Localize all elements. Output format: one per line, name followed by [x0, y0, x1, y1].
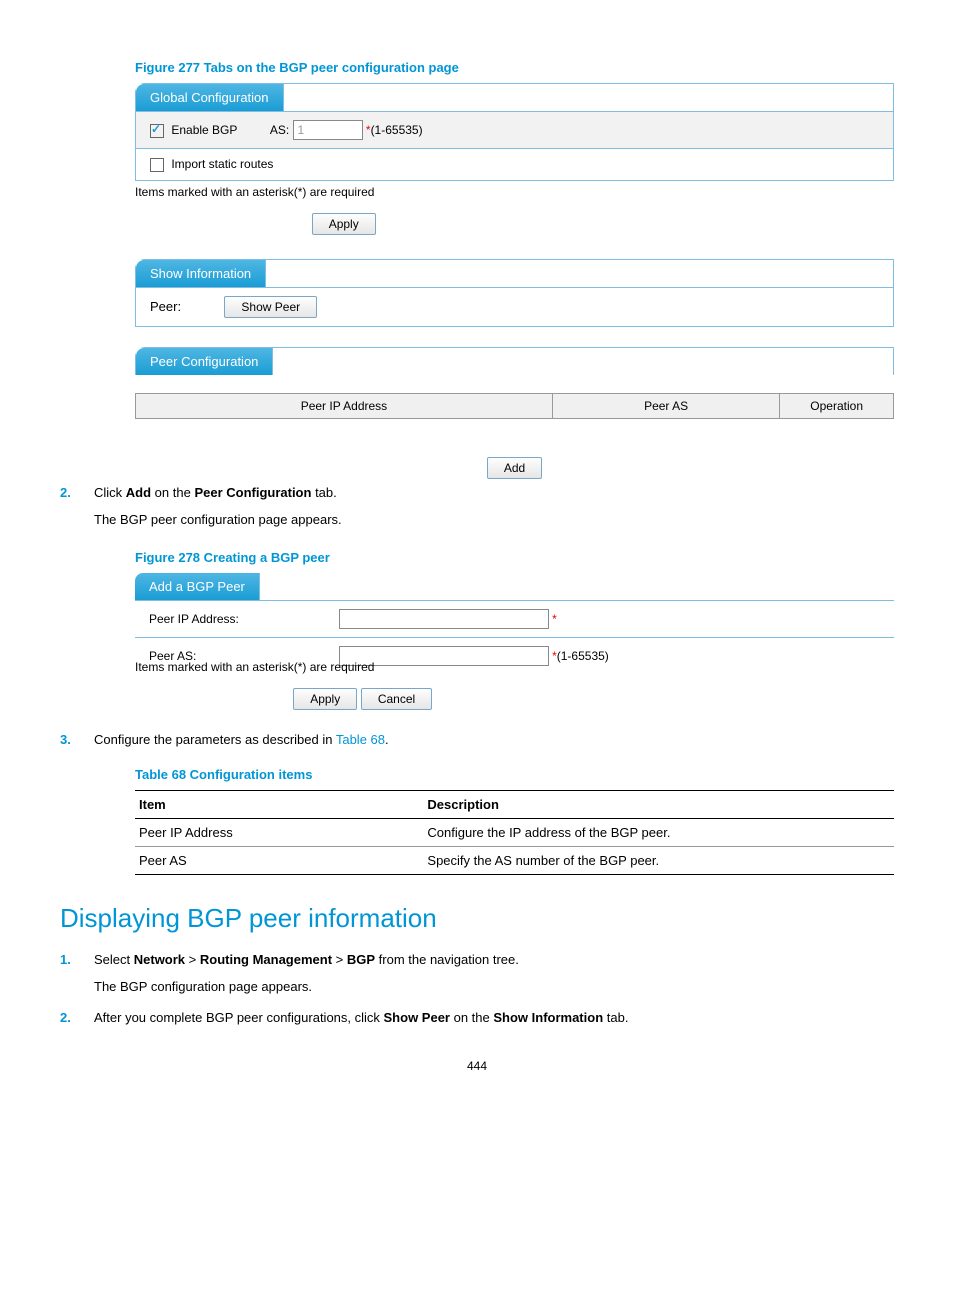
table-row: Peer IP Address Configure the IP address…: [135, 819, 894, 847]
peer-config-panel: Peer Configuration: [135, 347, 894, 375]
figure-278-body: Add a BGP Peer Peer IP Address: * Peer A…: [135, 573, 894, 714]
peer-table: Peer IP Address Peer AS Operation: [135, 393, 894, 419]
tab-global-configuration[interactable]: Global Configuration: [136, 84, 284, 111]
import-static-label: Import static routes: [171, 157, 273, 171]
peer-ip-input[interactable]: [339, 609, 549, 629]
apply-button-peer[interactable]: Apply: [293, 688, 357, 710]
step-3-num: 3.: [60, 730, 71, 751]
global-config-panel: Global Configuration Enable BGP AS: *(1-…: [135, 83, 894, 181]
figure-277-body: Global Configuration Enable BGP AS: *(1-…: [135, 83, 894, 483]
tab-peer-configuration[interactable]: Peer Configuration: [136, 348, 273, 375]
disp-step-2-num: 2.: [60, 1008, 71, 1029]
cancel-button[interactable]: Cancel: [361, 688, 432, 710]
table-68: Item Description Peer IP Address Configu…: [135, 790, 894, 875]
disp-step-1-num: 1.: [60, 950, 71, 971]
show-info-panel: Show Information Peer: Show Peer: [135, 259, 894, 327]
figure-278-caption: Figure 278 Creating a BGP peer: [135, 550, 894, 565]
add-peer-panel: Add a BGP Peer Peer IP Address: * Peer A…: [135, 573, 894, 674]
as-label: AS:: [270, 123, 289, 137]
tab-add-bgp-peer[interactable]: Add a BGP Peer: [135, 573, 260, 600]
peer-config-tabstrip: Peer Configuration: [136, 348, 893, 375]
display-steps: 1. Select Network > Routing Management >…: [60, 950, 894, 1028]
enable-bgp-checkbox[interactable]: [150, 124, 164, 138]
table-68-head-desc: Description: [423, 791, 894, 819]
tab-show-information[interactable]: Show Information: [136, 260, 266, 287]
global-config-tabstrip: Global Configuration: [136, 84, 893, 112]
page-number: 444: [60, 1059, 894, 1073]
table-68-caption: Table 68 Configuration items: [135, 767, 894, 782]
peer-table-col-op: Operation: [780, 393, 894, 418]
add-peer-tabstrip: Add a BGP Peer: [135, 573, 894, 601]
import-static-checkbox[interactable]: [150, 158, 164, 172]
add-button[interactable]: Add: [487, 457, 542, 479]
peer-label: Peer:: [150, 299, 181, 314]
required-note-1: Items marked with an asterisk(*) are req…: [135, 185, 894, 199]
step-3: 3. Configure the parameters as described…: [60, 730, 894, 751]
apply-button-global[interactable]: Apply: [312, 213, 376, 235]
table-row: Peer AS Specify the AS number of the BGP…: [135, 847, 894, 875]
peer-table-col-ip: Peer IP Address: [136, 393, 553, 418]
peer-table-col-as: Peer AS: [552, 393, 779, 418]
disp-step-1-sub: The BGP configuration page appears.: [94, 977, 894, 998]
peer-ip-label: Peer IP Address:: [135, 601, 325, 638]
section-heading: Displaying BGP peer information: [60, 903, 894, 934]
show-peer-button[interactable]: Show Peer: [224, 296, 317, 318]
step-2-sub: The BGP peer configuration page appears.: [94, 510, 894, 531]
as-input[interactable]: [293, 120, 363, 140]
as-hint: (1-65535): [371, 123, 423, 137]
step-2-num: 2.: [60, 483, 71, 504]
table-68-head-item: Item: [135, 791, 423, 819]
figure-277-caption: Figure 277 Tabs on the BGP peer configur…: [135, 60, 894, 75]
step-2: 2. Click Add on the Peer Configuration t…: [60, 483, 894, 531]
enable-bgp-label: Enable BGP: [171, 123, 237, 137]
peer-as-hint: (1-65535): [557, 649, 609, 663]
show-info-tabstrip: Show Information: [136, 260, 893, 288]
table-68-link[interactable]: Table 68: [336, 732, 385, 747]
